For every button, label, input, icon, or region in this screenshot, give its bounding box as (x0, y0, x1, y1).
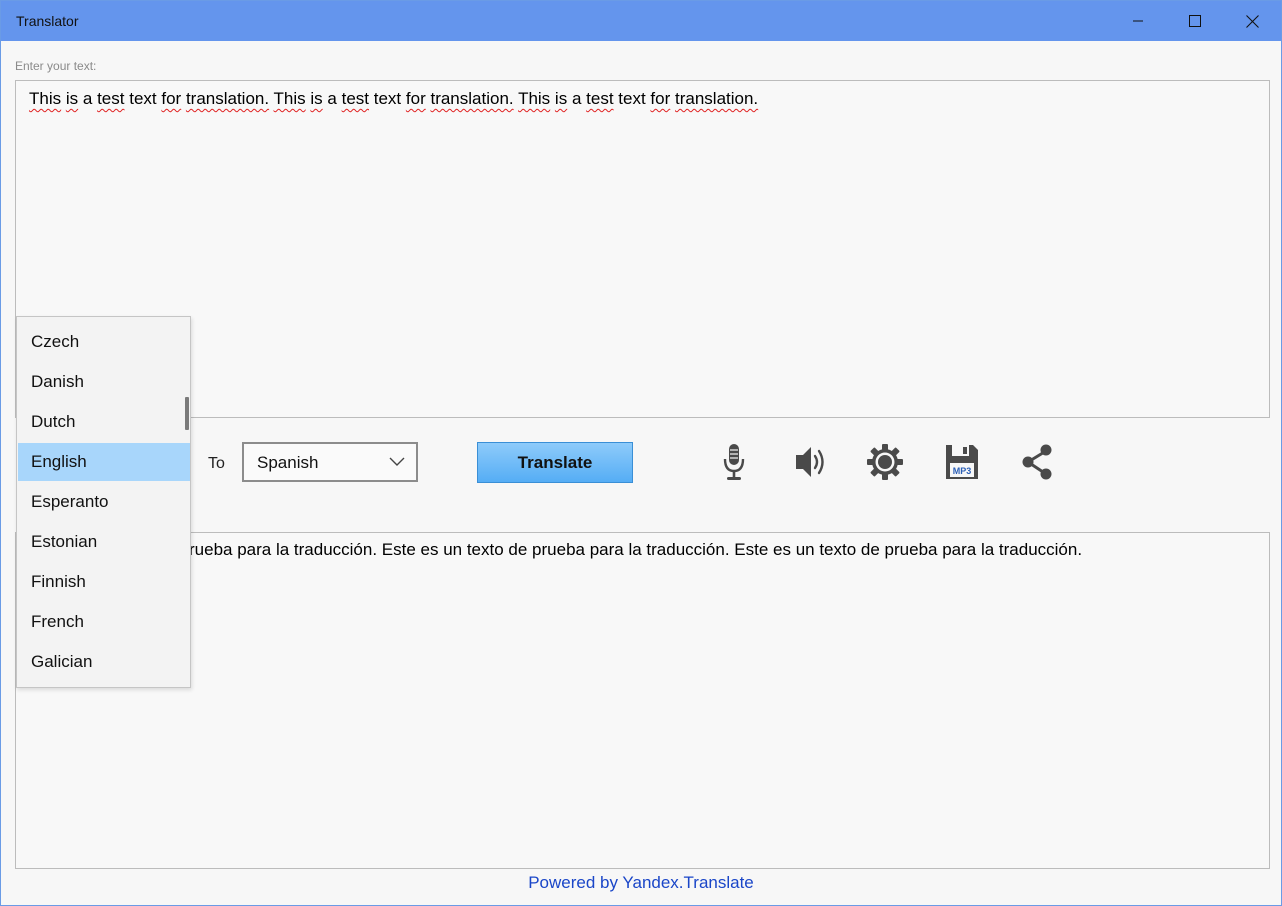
chevron-down-icon (389, 457, 405, 466)
svg-text:MP3: MP3 (953, 466, 972, 476)
source-word: for (650, 89, 671, 108)
translator-window: Translator Enter your text: This is a te… (0, 0, 1282, 906)
translation-output[interactable]: rueba para la traducción. Este es un tex… (15, 532, 1270, 869)
source-word: for (405, 89, 426, 108)
source-word: text (618, 89, 646, 108)
minimize-button[interactable] (1110, 1, 1166, 41)
source-text: This is a test text for translation. Thi… (29, 89, 758, 108)
floppy-disk-icon: MP3 (946, 445, 978, 479)
settings-button[interactable] (860, 437, 910, 487)
source-word: a (82, 89, 93, 108)
microphone-button[interactable] (709, 437, 759, 487)
source-word: translation. (430, 89, 514, 108)
source-word: This (273, 89, 306, 108)
source-word: is (65, 89, 79, 108)
source-word: test (97, 89, 125, 108)
dropdown-item-french[interactable]: French (18, 603, 190, 641)
source-word: test (586, 89, 614, 108)
gear-icon (867, 444, 903, 480)
dropdown-item-finnish[interactable]: Finnish (18, 563, 190, 601)
dropdown-item-english[interactable]: English (18, 443, 190, 481)
source-word: a (571, 89, 582, 108)
powered-by-link[interactable]: Powered by Yandex.Translate (1, 873, 1281, 893)
dropdown-item-czech[interactable]: Czech (18, 323, 190, 361)
dropdown-item-estonian[interactable]: Estonian (18, 523, 190, 561)
source-word: test (341, 89, 370, 108)
to-label: To (208, 455, 225, 472)
dropdown-item-galician[interactable]: Galician (18, 643, 190, 681)
dropdown-item-dutch[interactable]: Dutch (18, 403, 190, 441)
window-title: Translator (16, 13, 79, 29)
source-word: is (310, 89, 323, 108)
speaker-button[interactable] (785, 437, 835, 487)
close-icon (1245, 14, 1259, 28)
save-mp3-button[interactable]: MP3 (937, 437, 987, 487)
microphone-icon (723, 444, 745, 480)
minimize-icon (1133, 20, 1143, 22)
target-language-select[interactable]: Spanish (242, 442, 418, 482)
maximize-icon (1189, 15, 1201, 27)
source-word: a (327, 89, 337, 108)
source-word: text (129, 89, 157, 108)
speaker-icon (796, 447, 824, 477)
dropdown-item-danish[interactable]: Danish (18, 363, 190, 401)
source-word: is (554, 89, 568, 108)
share-button[interactable] (1012, 437, 1062, 487)
translate-button[interactable]: Translate (477, 442, 633, 483)
translated-text: rueba para la traducción. Este es un tex… (189, 540, 1083, 559)
source-text-input[interactable]: This is a test text for translation. Thi… (15, 80, 1270, 418)
source-word: translation. (185, 89, 270, 108)
source-language-dropdown[interactable]: Czech Danish Dutch English Esperanto Estonian… (16, 316, 191, 688)
share-icon (1022, 444, 1052, 480)
input-label: Enter your text: (15, 59, 97, 73)
source-word: This (29, 89, 62, 108)
title-bar: Translator (1, 1, 1281, 41)
close-button[interactable] (1224, 1, 1280, 41)
source-word: This (518, 89, 551, 108)
source-word: for (161, 89, 182, 108)
source-word: text (373, 89, 402, 108)
maximize-button[interactable] (1167, 1, 1223, 41)
source-word: translation. (675, 89, 759, 108)
target-language-value: Spanish (257, 453, 319, 472)
dropdown-item-esperanto[interactable]: Esperanto (18, 483, 190, 521)
